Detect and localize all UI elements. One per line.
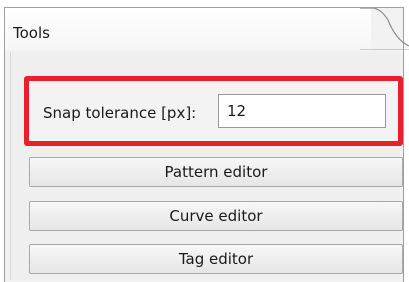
tab-tools[interactable] (5, 8, 371, 50)
snap-tolerance-label: Snap tolerance [px]: (43, 104, 197, 122)
tab-title: Tools (13, 24, 50, 42)
tab-corner-edge (360, 8, 409, 50)
curve-editor-button[interactable]: Curve editor (29, 201, 403, 231)
tag-editor-button[interactable]: Tag editor (29, 244, 403, 274)
tools-panel: Tools Snap tolerance [px]: Pattern edito… (0, 0, 409, 282)
snap-tolerance-input[interactable] (218, 94, 386, 128)
pattern-editor-button[interactable]: Pattern editor (29, 157, 403, 187)
